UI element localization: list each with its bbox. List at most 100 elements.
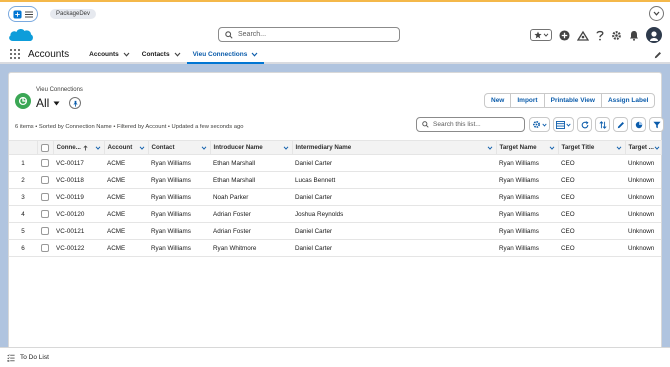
table-row[interactable]: 4 VC-00120 ACME Ryan Williams Adrian Fos…	[9, 205, 661, 223]
row-select-cell[interactable]	[37, 222, 53, 240]
menu-icon[interactable]	[24, 11, 33, 18]
contact-link[interactable]: Ryan Williams	[148, 171, 210, 189]
connection-link[interactable]: VC-00122	[53, 239, 104, 257]
column-label: Target Title	[561, 144, 595, 151]
chevron-down-icon[interactable]	[487, 145, 493, 150]
table-row[interactable]: 5 VC-00121 ACME Ryan Williams Adrian Fos…	[9, 222, 661, 240]
row-checkbox[interactable]	[41, 244, 49, 252]
connection-link[interactable]: VC-00118	[53, 171, 104, 189]
display-as-button[interactable]	[553, 117, 574, 132]
app-launcher-icon[interactable]	[13, 9, 22, 19]
user-avatar[interactable]	[646, 27, 662, 43]
profile-dropdown-button[interactable]	[649, 6, 664, 21]
column-header-target-name[interactable]: Target Name	[496, 140, 559, 155]
contact-link[interactable]: Ryan Williams	[148, 188, 210, 206]
nav-item-contacts[interactable]: Contacts	[136, 45, 187, 63]
column-header-target-title[interactable]: Target Title	[558, 140, 626, 155]
table-row[interactable]: 1 VC-00117 ACME Ryan Williams Ethan Mars…	[9, 154, 661, 172]
table-row[interactable]: 6 VC-00122 ACME Ryan Williams Ryan Whitm…	[9, 239, 661, 257]
favorites-button[interactable]	[530, 29, 552, 41]
app-launcher-waffle-icon[interactable]	[10, 49, 20, 59]
target-other-cell: Unknown	[625, 188, 661, 206]
account-link[interactable]: ACME	[104, 205, 148, 223]
to-do-list-button[interactable]: To Do List	[20, 354, 49, 361]
chevron-down-icon[interactable]	[174, 52, 181, 57]
column-header-account[interactable]: Account	[104, 140, 149, 155]
chevron-down-icon[interactable]	[616, 145, 622, 150]
column-header-target-other[interactable]: Target ...	[625, 140, 662, 155]
row-checkbox[interactable]	[41, 227, 49, 235]
contact-link[interactable]: Ryan Williams	[148, 205, 210, 223]
account-link[interactable]: ACME	[104, 154, 148, 172]
row-checkbox[interactable]	[41, 193, 49, 201]
account-link[interactable]: ACME	[104, 239, 148, 257]
row-select-cell[interactable]	[37, 239, 53, 257]
setup-gear-icon[interactable]	[611, 30, 622, 41]
chevron-down-icon[interactable]	[654, 145, 660, 150]
chevron-down-icon[interactable]	[251, 52, 258, 57]
table-row[interactable]: 3 VC-00119 ACME Ryan Williams Noah Parke…	[9, 188, 661, 206]
workspace-tab-chip[interactable]: PackageDev	[50, 9, 97, 19]
nav-item-vieu-connections[interactable]: Vieu Connections	[186, 46, 265, 64]
connection-link[interactable]: VC-00119	[53, 188, 104, 206]
sort-button[interactable]	[595, 117, 610, 132]
global-actions-add-icon[interactable]	[559, 29, 570, 41]
column-header-contact[interactable]: Contact	[148, 140, 211, 155]
chevron-down-icon[interactable]	[201, 145, 207, 150]
favorites-chevron-down-icon[interactable]	[543, 33, 549, 37]
caret-down-icon[interactable]	[53, 101, 60, 106]
edit-list-button[interactable]	[613, 117, 628, 132]
new-button[interactable]: New	[485, 94, 512, 107]
to-do-list-icon[interactable]	[7, 353, 15, 362]
list-view-picker[interactable]: All	[36, 96, 82, 110]
row-select-cell[interactable]	[37, 154, 53, 172]
contact-link[interactable]: Ryan Williams	[148, 154, 210, 172]
contact-link[interactable]: Ryan Williams	[148, 239, 210, 257]
refresh-button[interactable]	[577, 117, 592, 132]
select-all-checkbox[interactable]	[41, 143, 49, 152]
column-header-intermediary-name[interactable]: Intermediary Name	[292, 140, 497, 155]
help-icon[interactable]	[596, 30, 604, 41]
charts-button[interactable]	[631, 117, 646, 132]
nav-item-accounts[interactable]: Accounts	[83, 45, 136, 63]
row-checkbox[interactable]	[41, 176, 49, 184]
chevron-down-icon[interactable]	[95, 145, 101, 150]
printable-view-button[interactable]: Printable View	[545, 94, 602, 107]
chevron-down-icon[interactable]	[549, 145, 555, 150]
trailhead-guidance-icon[interactable]	[577, 30, 589, 41]
list-view-controls-button[interactable]	[529, 117, 550, 132]
chevron-down-icon[interactable]	[139, 145, 145, 150]
gear-icon	[532, 120, 541, 129]
select-all-header[interactable]	[37, 140, 54, 155]
list-search-input[interactable]: Search this list...	[416, 117, 525, 132]
account-link[interactable]: ACME	[104, 222, 148, 240]
account-link[interactable]: ACME	[104, 171, 148, 189]
target-name-cell: Ryan Williams	[496, 205, 558, 223]
row-select-cell[interactable]	[37, 205, 53, 223]
salesforce-cloud-logo-icon[interactable]	[7, 26, 35, 44]
chevron-down-icon[interactable]	[123, 52, 130, 57]
filter-button[interactable]	[649, 117, 664, 132]
notifications-bell-icon[interactable]	[629, 30, 639, 41]
connection-link[interactable]: VC-00120	[53, 205, 104, 223]
connection-link[interactable]: VC-00117	[53, 154, 104, 172]
chevron-down-icon[interactable]	[283, 145, 289, 150]
column-label: Target ...	[628, 144, 654, 151]
connection-link[interactable]: VC-00121	[53, 222, 104, 240]
row-select-cell[interactable]	[37, 188, 53, 206]
table-row[interactable]: 2 VC-00118 ACME Ryan Williams Ethan Mars…	[9, 171, 661, 189]
account-link[interactable]: ACME	[104, 188, 148, 206]
row-select-cell[interactable]	[37, 171, 53, 189]
global-search-input[interactable]: Search...	[218, 27, 400, 42]
pin-list-view-button[interactable]	[69, 97, 82, 109]
column-header-connection[interactable]: Conne...	[53, 140, 105, 155]
contact-link[interactable]: Ryan Williams	[148, 222, 210, 240]
import-button[interactable]: Import	[511, 94, 545, 107]
edit-nav-pencil-icon[interactable]	[654, 51, 662, 59]
row-checkbox[interactable]	[41, 210, 49, 218]
app-switcher-pill[interactable]	[8, 6, 38, 22]
column-header-introducer-name[interactable]: Introducer Name	[210, 140, 293, 155]
row-checkbox[interactable]	[41, 159, 49, 167]
target-other-cell: Unknown	[625, 154, 661, 172]
assign-label-button[interactable]: Assign Label	[602, 94, 654, 107]
